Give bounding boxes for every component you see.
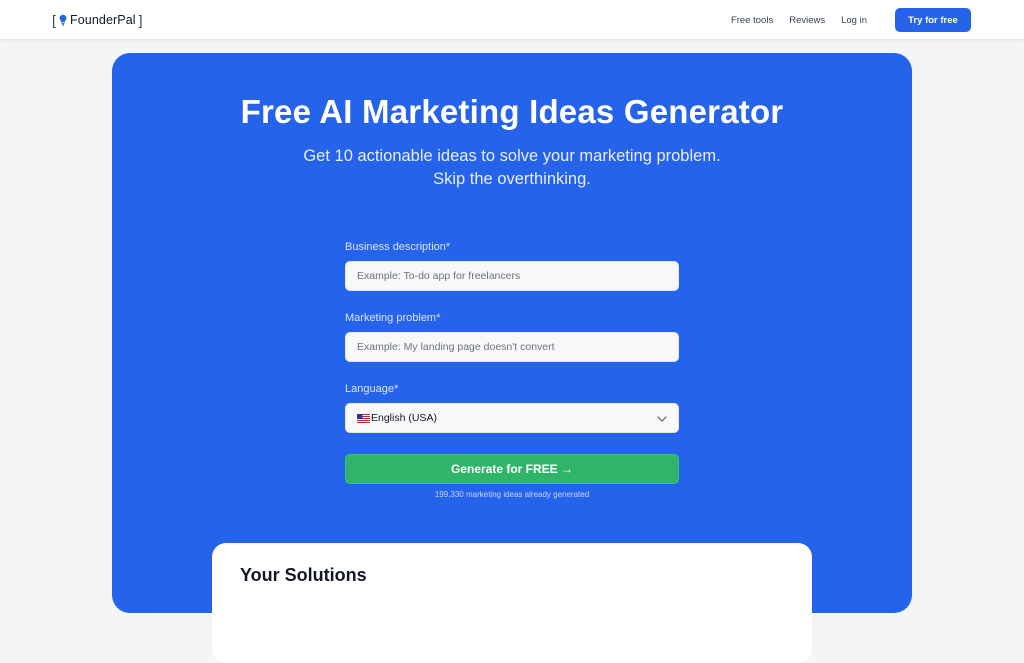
- business-description-input[interactable]: [345, 261, 679, 291]
- logo[interactable]: [ FounderPal ]: [52, 11, 143, 29]
- nav-login-link[interactable]: Log in: [841, 15, 867, 26]
- ideas-form: Business description* Marketing problem*…: [345, 241, 679, 499]
- logo-bracket-right: ]: [138, 12, 143, 28]
- hero-card: Free AI Marketing Ideas Generator Get 10…: [112, 53, 912, 663]
- language-selected-value: English (USA): [357, 412, 437, 424]
- language-selected-text: English (USA): [371, 412, 437, 424]
- business-description-label: Business description*: [345, 241, 451, 253]
- hero-subtitle-line-1: Get 10 actionable ideas to solve your ma…: [303, 147, 721, 165]
- hero-subtitle-line-2: Skip the overthinking.: [433, 170, 591, 188]
- nav-free-tools-link[interactable]: Free tools: [731, 15, 773, 26]
- generated-count-text: 199,330 marketing ideas already generate…: [434, 490, 590, 499]
- lightbulb-icon: [59, 14, 67, 26]
- chevron-down-icon: [657, 409, 667, 427]
- generate-button[interactable]: Generate for FREE →: [345, 454, 679, 484]
- language-select[interactable]: English (USA): [345, 403, 679, 433]
- top-navbar: [ FounderPal ] Free tools Reviews Log in…: [0, 0, 1024, 40]
- hero-subtitle: Get 10 actionable ideas to solve your ma…: [112, 145, 912, 191]
- logo-bracket-left: [: [52, 12, 56, 28]
- page-title: Free AI Marketing Ideas Generator: [240, 93, 784, 130]
- solutions-panel: Your Solutions: [212, 543, 812, 663]
- logo-text: FounderPal: [70, 13, 136, 27]
- us-flag-icon: [357, 413, 370, 423]
- nav-reviews-link[interactable]: Reviews: [789, 15, 825, 26]
- marketing-problem-input[interactable]: [345, 332, 679, 362]
- nav-links: Free tools Reviews Log in Try for free: [731, 8, 971, 32]
- language-label: Language*: [345, 383, 399, 395]
- try-for-free-button[interactable]: Try for free: [895, 8, 971, 32]
- marketing-problem-label: Marketing problem*: [345, 312, 441, 324]
